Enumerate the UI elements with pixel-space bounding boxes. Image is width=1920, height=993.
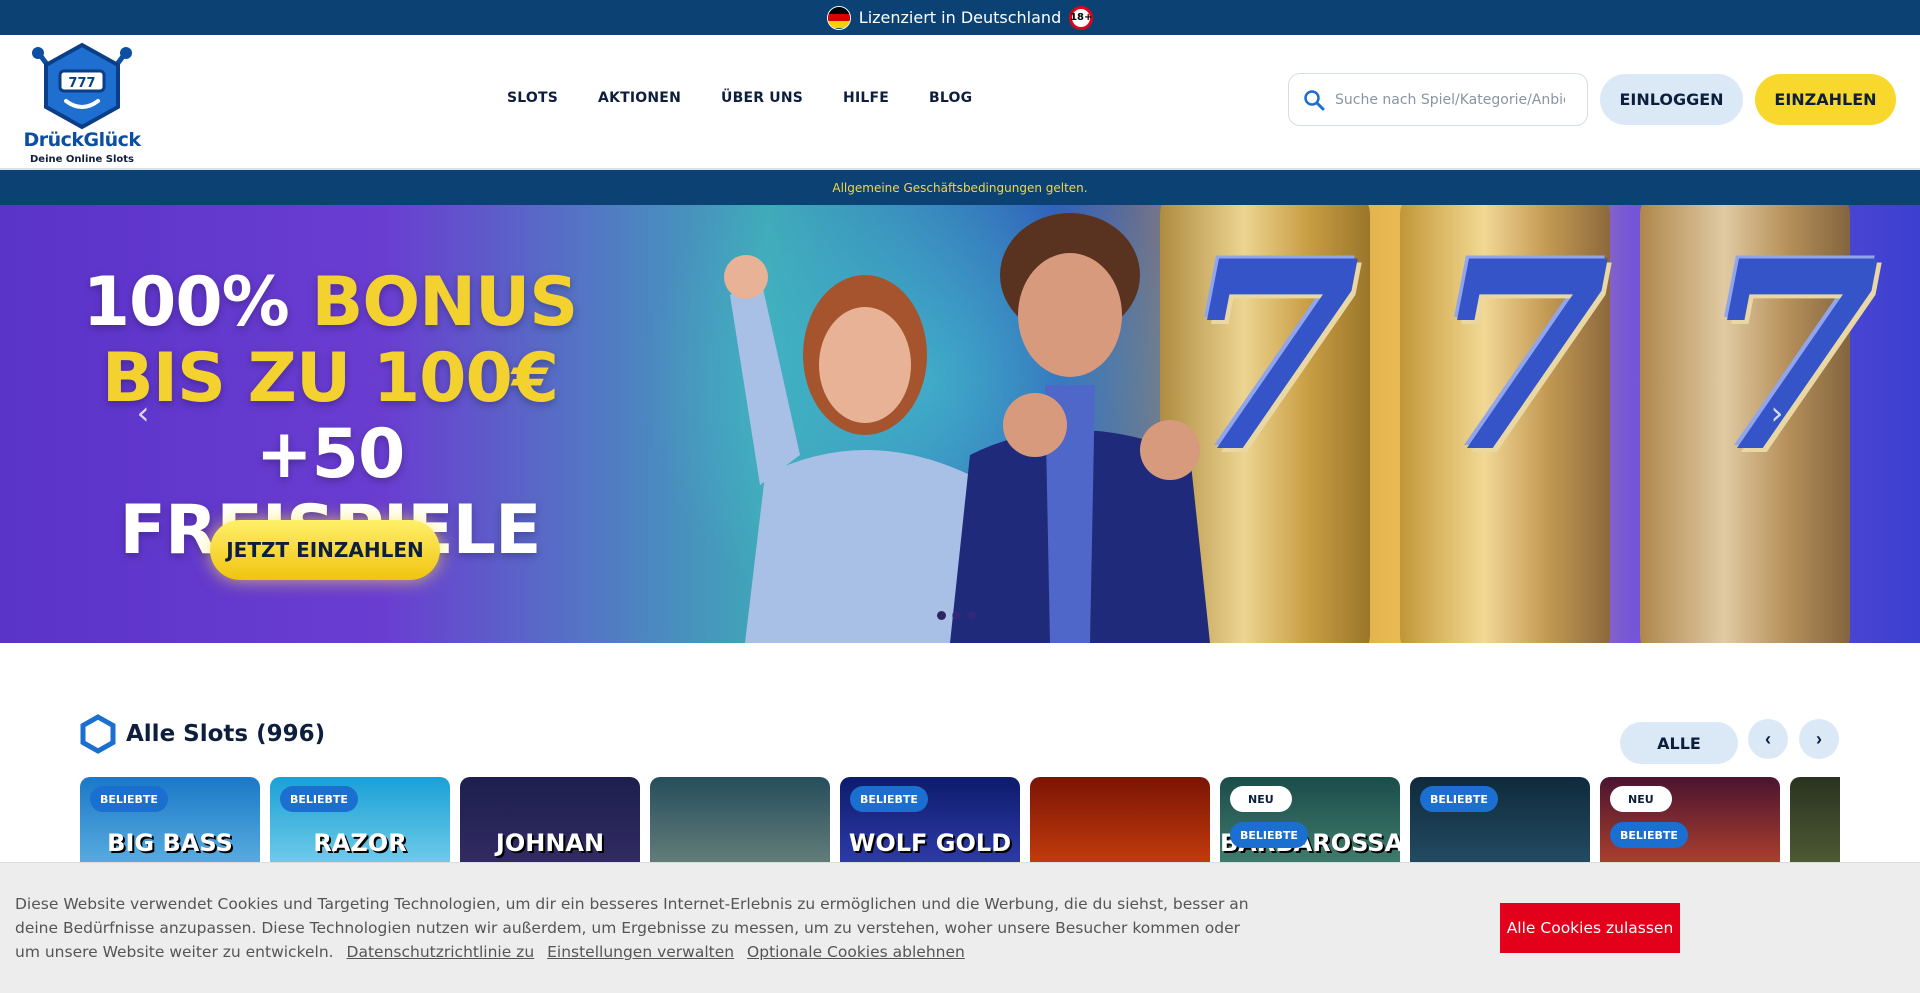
cookie-text-block: Diese Website verwendet Cookies und Targ… <box>15 892 1255 964</box>
terms-notice: Allgemeine Geschäftsbedingungen gelten. <box>0 170 1920 205</box>
logo-tagline: Deine Online Slots <box>30 154 134 165</box>
nav-hilfe[interactable]: HILFE <box>843 90 889 106</box>
search-input[interactable] <box>1335 91 1565 108</box>
privacy-policy-link[interactable]: Datenschutzrichtlinie zu <box>347 943 535 961</box>
carousel-dot[interactable] <box>967 611 976 620</box>
seven-symbol-icon: 7 <box>1700 205 1881 510</box>
site-header: 777 DrückGlück Deine Online Slots SLOTS … <box>0 35 1920 170</box>
slot-tile-title: BIG BASS <box>107 829 233 857</box>
popular-badge: BELIEBTE <box>1420 786 1498 812</box>
site-logo[interactable]: 777 DrückGlück Deine Online Slots <box>22 41 142 165</box>
main-nav: SLOTS AKTIONEN ÜBER UNS HILFE BLOG <box>507 90 972 106</box>
hero-banner[interactable]: 7 7 7 100% BONUS BIS ZU 100€ +50 FREISPI… <box>0 205 1920 643</box>
login-button[interactable]: EINLOGGEN <box>1600 74 1743 125</box>
new-badge: NEU <box>1610 786 1672 812</box>
license-text: Lizenziert in Deutschland <box>858 8 1062 27</box>
accept-all-cookies-button[interactable]: Alle Cookies zulassen <box>1500 903 1680 953</box>
slots-section-header: Alle Slots (996) <box>80 714 325 754</box>
carousel-dot[interactable] <box>952 611 961 620</box>
show-all-slots-button[interactable]: ALLE <box>1620 722 1738 764</box>
germany-flag-icon <box>826 5 851 30</box>
hero-deposit-button[interactable]: JETZT EINZAHLEN <box>210 520 440 580</box>
nav-slots[interactable]: SLOTS <box>507 90 558 106</box>
popular-badge: BELIEBTE <box>850 786 928 812</box>
hero-headline-white: 100% <box>82 263 290 342</box>
chevron-left-icon: ‹ <box>1765 728 1771 749</box>
popular-badge: BELIEBTE <box>1610 822 1688 848</box>
slot-tile-title: RAZOR <box>313 829 407 857</box>
logo-wordmark: DrückGlück <box>23 129 141 151</box>
decline-optional-cookies-link[interactable]: Optionale Cookies ablehnen <box>747 943 965 961</box>
slots-prev-button[interactable]: ‹ <box>1748 719 1788 759</box>
search-icon <box>1304 89 1325 110</box>
nav-blog[interactable]: BLOG <box>929 90 972 106</box>
celebrating-people-image <box>724 213 1210 643</box>
slots-section-title: Alle Slots (996) <box>126 721 326 747</box>
hero-headline-yellow: BONUS <box>311 263 579 342</box>
carousel-prev-icon[interactable]: ‹ <box>128 393 158 433</box>
slot-tile-title: WOLF GOLD <box>848 829 1012 857</box>
chevron-right-icon: › <box>1816 728 1822 749</box>
manage-settings-link[interactable]: Einstellungen verwalten <box>547 943 734 961</box>
seven-symbol-icon: 7 <box>1430 205 1611 510</box>
slots-next-button[interactable]: › <box>1799 719 1839 759</box>
age-18-badge-icon: 18+ <box>1069 5 1094 30</box>
nav-ueber-uns[interactable]: ÜBER UNS <box>721 90 803 106</box>
carousel-dot[interactable] <box>937 611 946 620</box>
search-box[interactable] <box>1288 73 1588 126</box>
carousel-next-icon[interactable]: › <box>1762 393 1792 433</box>
popular-badge: BELIEBTE <box>1230 822 1308 848</box>
svg-text:777: 777 <box>68 76 95 91</box>
carousel-dots <box>937 611 976 620</box>
terms-text[interactable]: Allgemeine Geschäftsbedingungen gelten. <box>832 181 1087 195</box>
new-badge: NEU <box>1230 786 1292 812</box>
deposit-button[interactable]: EINZAHLEN <box>1755 74 1896 125</box>
nav-aktionen[interactable]: AKTIONEN <box>598 90 681 106</box>
popular-badge: BELIEBTE <box>90 786 168 812</box>
license-bar: Lizenziert in Deutschland 18+ <box>0 0 1920 35</box>
slot-robot-logo-icon: 777 <box>32 42 132 130</box>
cookie-banner: Diese Website verwendet Cookies und Targ… <box>0 862 1920 993</box>
popular-badge: BELIEBTE <box>280 786 358 812</box>
slot-tile-title: JOHNAN <box>495 829 605 857</box>
hexagon-icon <box>80 714 116 754</box>
